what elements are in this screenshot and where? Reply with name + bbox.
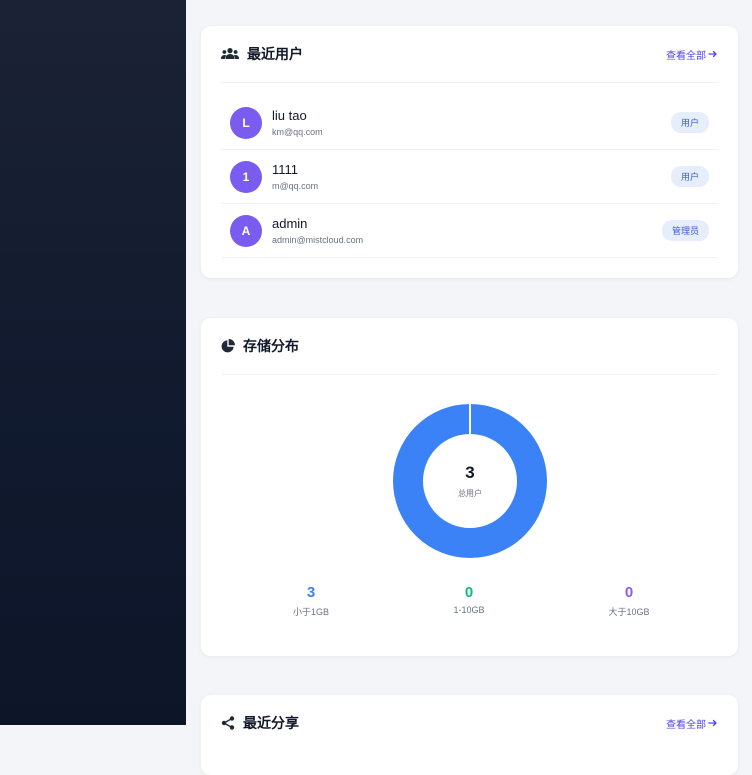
- storage-stats: 3 小于1GB 0 1-10GB 0 大于10GB: [201, 584, 738, 624]
- view-all-label: 查看全部: [666, 719, 706, 731]
- donut-center: 3 总用户: [393, 404, 547, 558]
- sidebar: [0, 0, 186, 725]
- stat-value: 3: [306, 584, 316, 601]
- donut-total-value: 3: [465, 463, 475, 482]
- stat-label: 1-10GB: [453, 605, 485, 615]
- storage-title-group: 存储分布: [221, 336, 299, 356]
- recent-shares-header: 最近分享 查看全部: [221, 695, 718, 751]
- user-name: 1111: [272, 162, 299, 177]
- user-row[interactable]: A admin admin@mistcloud.com 管理员: [221, 204, 718, 258]
- user-email: km@qq.com: [272, 127, 323, 137]
- recent-users-title: 最近用户: [247, 46, 303, 62]
- user-name: liu tao: [272, 108, 307, 123]
- stat-label: 小于1GB: [292, 607, 329, 617]
- user-row[interactable]: 1 1111 m@qq.com 用户: [221, 150, 718, 204]
- stat-over-10gb: 0 大于10GB: [579, 584, 679, 618]
- recent-users-card: 最近用户 查看全部 L liu tao km@qq.com 用户 1 1111 …: [201, 26, 738, 278]
- stat-value: 0: [464, 584, 474, 601]
- storage-title: 存储分布: [243, 338, 299, 354]
- recent-shares-title: 最近分享: [243, 715, 299, 731]
- user-name: admin: [272, 216, 308, 231]
- recent-users-view-all-link[interactable]: 查看全部: [666, 47, 718, 62]
- recent-users-header: 最近用户 查看全部: [221, 26, 718, 83]
- recent-shares-view-all-link[interactable]: 查看全部: [666, 716, 718, 731]
- user-info: 1111 m@qq.com: [272, 162, 671, 191]
- stat-1-10gb: 0 1-10GB: [419, 584, 519, 615]
- recent-users-title-group: 最近用户: [221, 44, 303, 64]
- main-content: 最近用户 查看全部 L liu tao km@qq.com 用户 1 1111 …: [186, 0, 752, 775]
- stat-under-1gb: 3 小于1GB: [261, 584, 361, 618]
- arrow-right-icon: [708, 718, 718, 728]
- user-list: L liu tao km@qq.com 用户 1 1111 m@qq.com 用…: [221, 96, 718, 258]
- donut-total-label: 总用户: [458, 489, 482, 498]
- role-badge: 用户: [670, 112, 709, 133]
- storage-distribution-card: 存储分布 3 总用户 3 小于1GB 0 1-10GB 0 大于10GB: [201, 318, 738, 656]
- avatar: A: [230, 214, 262, 247]
- view-all-label: 查看全部: [666, 50, 706, 62]
- avatar: 1: [230, 160, 262, 193]
- recent-shares-title-group: 最近分享: [221, 713, 299, 733]
- role-badge: 管理员: [661, 220, 709, 241]
- users-icon: [221, 47, 239, 61]
- user-row[interactable]: L liu tao km@qq.com 用户: [221, 96, 718, 150]
- user-email: admin@mistcloud.com: [272, 235, 364, 245]
- recent-shares-card: 最近分享 查看全部: [201, 695, 738, 775]
- stat-label: 大于10GB: [608, 607, 650, 617]
- role-badge: 用户: [670, 166, 709, 187]
- user-email: m@qq.com: [272, 181, 319, 191]
- share-icon: [221, 716, 235, 730]
- user-info: liu tao km@qq.com: [272, 108, 671, 137]
- user-info: admin admin@mistcloud.com: [272, 216, 662, 245]
- arrow-right-icon: [708, 49, 718, 59]
- storage-donut-chart: 3 总用户: [393, 404, 547, 558]
- storage-header: 存储分布: [221, 318, 718, 375]
- pie-chart-icon: [221, 339, 235, 353]
- avatar: L: [230, 106, 262, 139]
- stat-value: 0: [624, 584, 634, 601]
